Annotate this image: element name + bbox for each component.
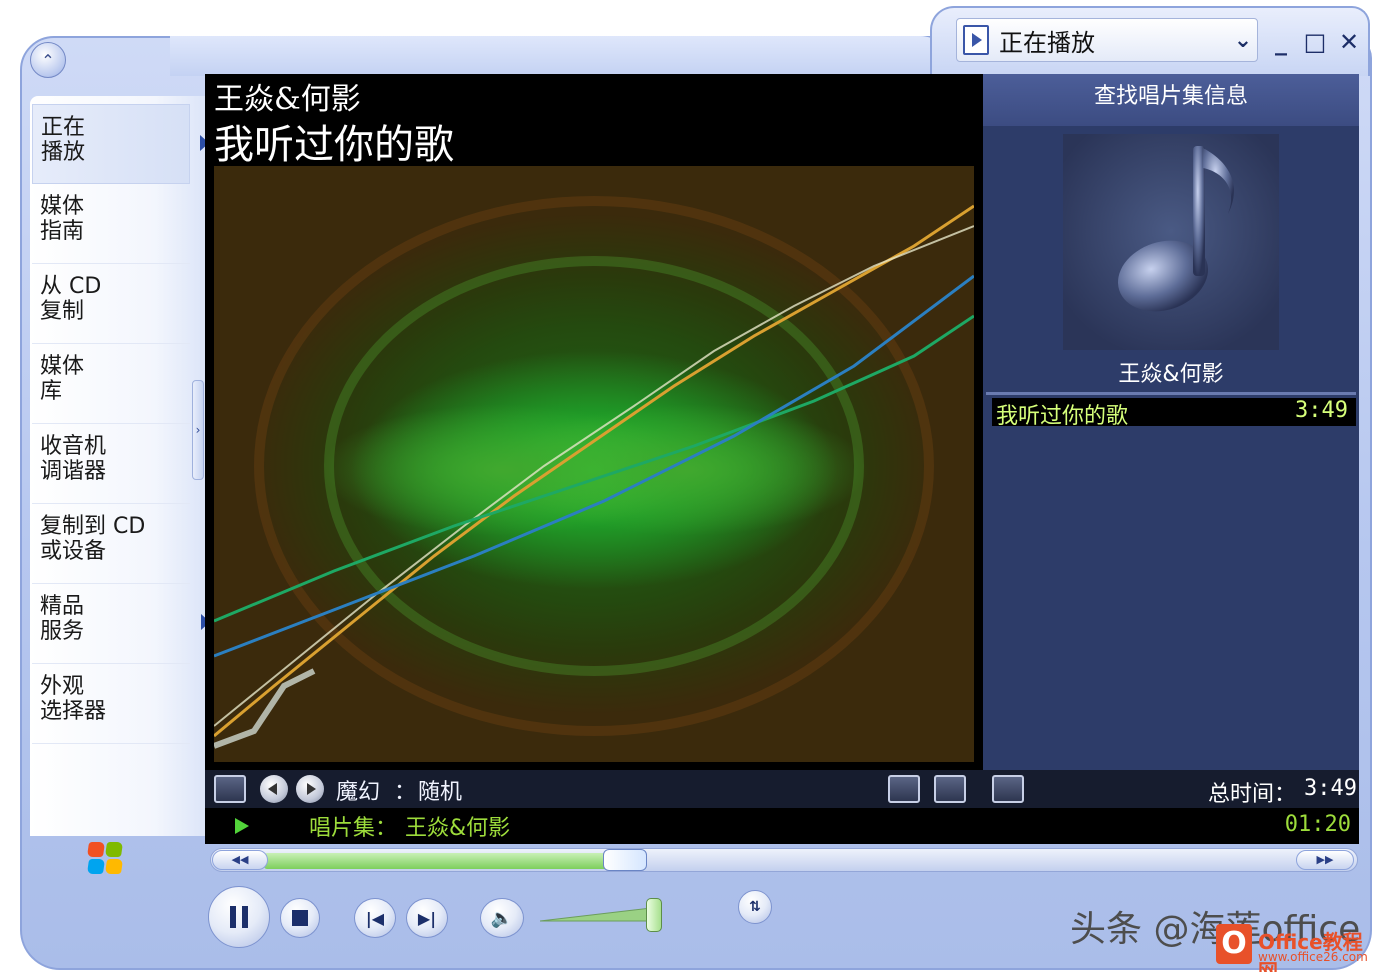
music-note-icon [1118, 146, 1235, 312]
nav-item-label: 复制到 CD 或设备 [40, 514, 146, 564]
brand-text: Office教程网 [1258, 930, 1363, 972]
frame-top-bar [170, 36, 950, 76]
nav-item-label: 媒体 指南 [40, 194, 85, 244]
visualization[interactable] [214, 166, 974, 762]
nav-item-label: 外观 选择器 [40, 674, 107, 724]
playlist-options-icon[interactable] [992, 775, 1024, 803]
hide-taskbar-button[interactable]: › [192, 380, 204, 480]
taskbar-nav: 正在 播放 媒体 指南 从 CD 复制 媒体 库 收音机 调谐器 复制到 CD … [30, 96, 210, 836]
mute-button[interactable]: 🔈 [480, 898, 524, 938]
pause-icon [230, 906, 248, 928]
maximize-icon[interactable]: □ [1302, 28, 1328, 56]
album-art[interactable] [1063, 134, 1279, 350]
playlist-divider [986, 392, 1356, 395]
switch-to-skin-icon[interactable] [888, 775, 920, 803]
nav-item-copy-to-cd-device[interactable]: 复制到 CD 或设备 [32, 504, 190, 584]
find-album-info-link[interactable]: 查找唱片集信息 [983, 74, 1359, 126]
full-screen-icon[interactable] [934, 775, 966, 803]
album-label: 唱片集： [309, 816, 398, 841]
fast-forward-icon[interactable]: ▶▶ [1296, 850, 1354, 870]
stop-button[interactable] [280, 898, 320, 938]
visualization-preset: 随机 [418, 780, 463, 805]
volume-thumb[interactable] [646, 898, 662, 932]
media-player-window: ⌃ 正在播放 ⌄ _ □ ✕ 正在 播放 媒体 指南 从 CD 复制 媒体 库 … [0, 0, 1380, 972]
brand-url: www.office26.com [1258, 950, 1368, 964]
nav-item-label: 从 CD 复制 [40, 274, 102, 324]
album-value: 王焱&何影 [405, 816, 511, 841]
video-size-icon[interactable] [214, 775, 246, 803]
track-title: 我听过你的歌 [214, 122, 454, 168]
nav-item-label: 精品 服务 [40, 594, 85, 644]
next-track-button[interactable]: ▶| [406, 898, 448, 938]
nav-item-radio-tuner[interactable]: 收音机 调谐器 [32, 424, 190, 504]
album-artist: 王焱&何影 [1118, 362, 1224, 387]
nav-item-media-guide[interactable]: 媒体 指南 [32, 184, 190, 264]
waveform-lines [214, 204, 974, 749]
playlist-dropdown[interactable]: 正在播放 ⌄ [956, 18, 1258, 62]
total-time-value: 3:49 [1304, 776, 1357, 801]
playlist-item-duration: 3:49 [1295, 398, 1348, 423]
playing-indicator-icon [235, 818, 249, 834]
nav-item-now-playing[interactable]: 正在 播放 [32, 104, 209, 184]
rewind-icon[interactable]: ◀◀ [212, 850, 268, 870]
nav-item-label: 媒体 库 [40, 354, 85, 404]
current-time: 01:20 [1284, 812, 1351, 837]
nav-item-skin-chooser[interactable]: 外观 选择器 [32, 664, 190, 744]
nav-item-media-library[interactable]: 媒体 库 [32, 344, 190, 424]
playlist-item-title: 我听过你的歌 [996, 404, 1129, 429]
pause-button[interactable] [208, 886, 270, 948]
playlist-icon [963, 25, 989, 55]
visualization-separator: ： [394, 780, 417, 805]
nav-item-copy-from-cd[interactable]: 从 CD 复制 [32, 264, 190, 344]
full-mode-toggle-icon[interactable]: ⌃ [30, 42, 66, 78]
visualization-name: 魔幻 [336, 780, 381, 805]
close-icon[interactable]: ✕ [1336, 28, 1362, 56]
windows-logo-icon [86, 842, 124, 876]
next-visualization-button[interactable] [296, 775, 324, 803]
next-icon: ▶| [417, 908, 437, 928]
seek-progress [264, 853, 625, 869]
chevron-down-icon: ⌄ [1233, 27, 1253, 53]
equalizer-toggle-button[interactable]: ⇅ [738, 890, 772, 924]
speaker-icon: 🔈 [490, 907, 514, 929]
previous-visualization-button[interactable] [260, 775, 288, 803]
nav-item-premium-services[interactable]: 精品 服务 [32, 584, 210, 664]
previous-icon: |◀ [365, 908, 385, 928]
minimize-icon[interactable]: _ [1268, 28, 1294, 56]
playlist-dropdown-label: 正在播放 [999, 28, 1095, 57]
stop-icon [292, 910, 308, 926]
status-bar: 唱片集： 王焱&何影 01:20 [205, 808, 1359, 844]
playlist-bar [983, 770, 1359, 808]
updown-icon: ⇅ [749, 899, 761, 915]
previous-track-button[interactable]: |◀ [354, 898, 396, 938]
total-time-label: 总时间： [1208, 782, 1297, 807]
playlist-item[interactable]: 我听过你的歌 3:49 [992, 398, 1356, 429]
office-logo: O [1216, 924, 1252, 964]
seek-thumb[interactable] [603, 849, 647, 871]
nav-item-label: 正在 播放 [41, 115, 86, 165]
nav-item-label: 收音机 调谐器 [40, 434, 107, 484]
